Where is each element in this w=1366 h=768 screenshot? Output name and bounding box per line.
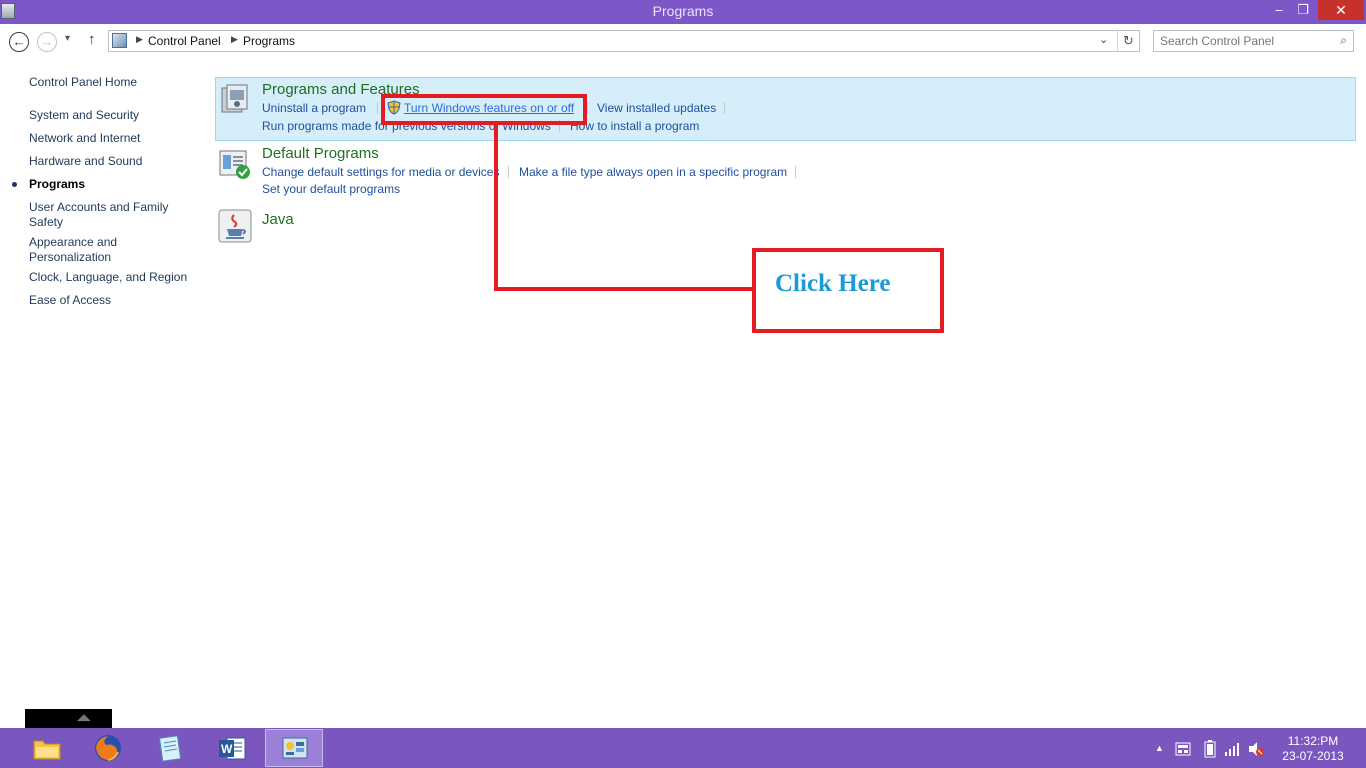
volume-muted-icon[interactable]	[1247, 741, 1265, 757]
taskbar-notepad[interactable]	[141, 729, 199, 767]
notepad-icon	[158, 735, 182, 762]
file-type-association-link[interactable]: Make a file type always open in a specif…	[519, 165, 787, 179]
network-icon[interactable]	[1224, 741, 1242, 757]
java-title[interactable]: Java	[262, 211, 294, 228]
change-default-media-settings-link[interactable]: Change default settings for media or dev…	[262, 165, 499, 179]
taskbar-word[interactable]: W	[203, 729, 261, 767]
word-icon: W	[219, 737, 246, 760]
keyboard-icon[interactable]	[1175, 742, 1191, 756]
taskbar-peek-tab: ◢◣	[25, 709, 112, 729]
control-panel-icon	[282, 737, 308, 759]
annotation-connector-line	[494, 124, 498, 291]
how-to-install-program-link[interactable]: How to install a program	[570, 119, 699, 133]
link-separator	[724, 102, 725, 114]
sidebar-item-programs: Programs	[29, 177, 86, 191]
show-hidden-icons-button[interactable]: ▲	[1155, 743, 1164, 753]
maximize-button[interactable]: ❐	[1290, 0, 1316, 20]
firefox-icon	[95, 735, 121, 761]
search-input[interactable]	[1154, 31, 1330, 51]
sidebar-item-control-panel-home[interactable]: Control Panel Home	[29, 75, 204, 90]
battery-icon[interactable]	[1204, 740, 1216, 758]
link-separator	[508, 166, 509, 178]
annotation-highlight-box	[381, 94, 587, 125]
default-programs-icon[interactable]	[218, 148, 252, 182]
link-separator	[587, 102, 588, 114]
link-separator	[377, 102, 378, 114]
default-programs-title[interactable]: Default Programs	[262, 145, 379, 162]
sidebar: Control Panel Home System and Security N…	[0, 58, 210, 728]
address-dropdown-icon[interactable]: ⌄	[1099, 33, 1108, 46]
up-button[interactable]: ↑	[88, 31, 96, 48]
sidebar-item-user-accounts[interactable]: User Accounts and Family Safety	[29, 200, 179, 230]
minimize-button[interactable]: ‒	[1266, 0, 1292, 20]
clock-time: 11:32:PM	[1287, 734, 1339, 748]
taskbar: W ▲ 11:32:PM 23-07-2013	[0, 728, 1366, 768]
recent-locations-dropdown[interactable]: ▾	[65, 33, 70, 44]
clock[interactable]: 11:32:PM 23-07-2013	[1276, 734, 1350, 764]
programs-and-features-icon[interactable]	[218, 82, 252, 116]
current-item-bullet	[12, 182, 17, 187]
breadcrumb-programs[interactable]: Programs	[243, 34, 295, 48]
title-bar: Programs ‒ ❐ ✕	[0, 0, 1366, 24]
breadcrumb-chevron-icon[interactable]: ▶	[231, 34, 238, 45]
breadcrumb-chevron-icon[interactable]: ▶	[136, 34, 143, 45]
word-icon-letter: W	[221, 742, 233, 756]
taskbar-firefox[interactable]	[79, 729, 137, 767]
annotation-connector-line	[494, 287, 754, 291]
sidebar-item-hardware-and-sound[interactable]: Hardware and Sound	[29, 154, 204, 169]
search-box[interactable]: ⌕	[1153, 30, 1354, 52]
sidebar-item-network-and-internet[interactable]: Network and Internet	[29, 131, 204, 146]
taskbar-control-panel[interactable]	[265, 729, 323, 767]
annotation-callout-text: Click Here	[775, 270, 891, 297]
window-title: Programs	[652, 3, 714, 19]
sidebar-item-system-and-security[interactable]: System and Security	[29, 108, 204, 123]
sidebar-item-ease-of-access[interactable]: Ease of Access	[29, 293, 204, 308]
java-icon[interactable]	[218, 209, 252, 243]
search-icon[interactable]: ⌕	[1340, 33, 1347, 48]
taskbar-file-explorer[interactable]	[18, 729, 76, 767]
breadcrumb-control-panel[interactable]: Control Panel	[148, 34, 221, 48]
set-default-programs-link[interactable]: Set your default programs	[262, 182, 400, 196]
clock-date: 23-07-2013	[1282, 749, 1344, 763]
view-installed-updates-link[interactable]: View installed updates	[597, 101, 716, 115]
link-separator	[795, 166, 796, 178]
refresh-button[interactable]: ↻	[1117, 31, 1139, 51]
control-panel-icon	[112, 33, 127, 48]
forward-button[interactable]: →	[37, 32, 57, 52]
back-button[interactable]: ←	[9, 32, 29, 52]
close-button[interactable]: ✕	[1318, 0, 1364, 20]
folder-icon	[33, 740, 61, 760]
address-bar[interactable]: ▶ Control Panel ▶ Programs ⌄ ↻	[108, 30, 1140, 52]
sidebar-item-appearance[interactable]: Appearance and Personalization	[29, 235, 139, 265]
sidebar-item-clock-language-region[interactable]: Clock, Language, and Region	[29, 270, 204, 285]
peek-icon: ◢◣	[77, 712, 91, 722]
uninstall-program-link[interactable]: Uninstall a program	[262, 101, 366, 115]
navigation-bar: ← → ▾ ↑ ▶ Control Panel ▶ Programs ⌄ ↻ ⌕	[0, 24, 1366, 58]
